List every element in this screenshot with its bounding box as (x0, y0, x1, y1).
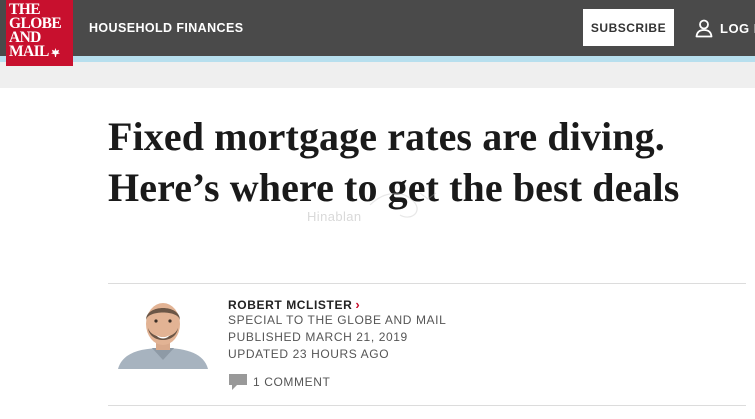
login-link[interactable]: LOG I (694, 16, 755, 40)
comments-count: 1 COMMENT (253, 375, 331, 389)
maple-leaf-icon (51, 48, 60, 57)
globe-and-mail-logo[interactable]: THE GLOBE AND MAIL (6, 0, 73, 66)
login-label: LOG I (720, 20, 755, 36)
author-photo[interactable] (108, 296, 218, 369)
updated-time: UPDATED 23 HOURS AGO (228, 347, 390, 361)
comments-link[interactable]: 1 COMMENT (229, 374, 330, 390)
chevron-right-icon: › (355, 296, 361, 312)
byline-divider-bottom (108, 405, 746, 406)
logo-line-mail: MAIL (9, 43, 49, 60)
byline-divider-top (108, 283, 746, 284)
author-role: SPECIAL TO THE GLOBE AND MAIL (228, 313, 447, 327)
author-link[interactable]: ROBERT MCLISTER › (228, 297, 446, 312)
byline: ROBERT MCLISTER › SPECIAL TO THE GLOBE A… (228, 297, 446, 363)
section-link-household-finances[interactable]: HOUSEHOLD FINANCES (89, 21, 243, 35)
author-name: ROBERT MCLISTER (228, 297, 353, 312)
top-navigation-bar: THE GLOBE AND MAIL HOUSEHOLD FINANCES SU… (0, 0, 755, 66)
subscribe-button[interactable]: SUBSCRIBE (583, 9, 674, 46)
author-portrait-image (108, 296, 218, 369)
published-date: PUBLISHED MARCH 21, 2019 (228, 330, 408, 344)
user-icon (695, 19, 713, 38)
ad-band (0, 62, 755, 88)
comment-bubble-icon (229, 374, 247, 390)
watermark-text: Hinablan (307, 209, 362, 224)
